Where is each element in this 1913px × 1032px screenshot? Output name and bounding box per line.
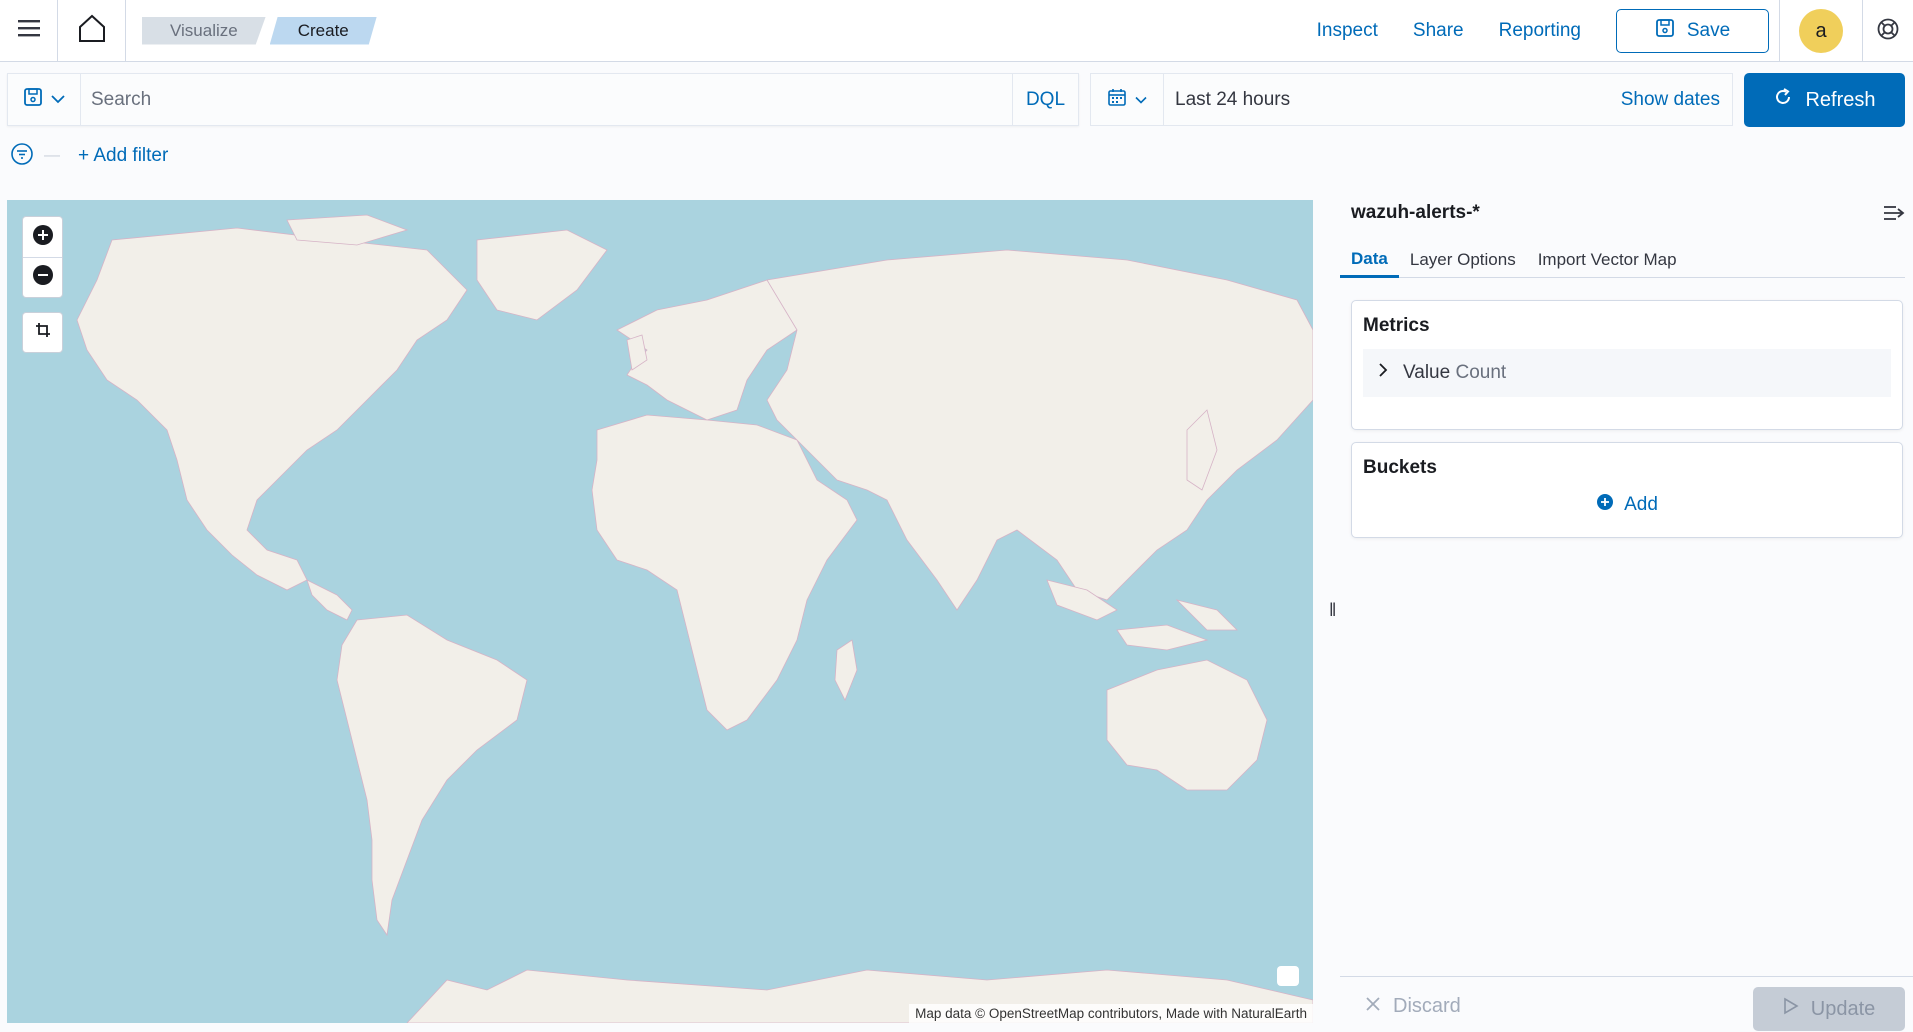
zoom-out-button[interactable] [23, 257, 62, 297]
time-range-text[interactable]: Last 24 hours [1164, 89, 1621, 111]
update-button[interactable]: Update [1753, 987, 1905, 1031]
inspect-link[interactable]: Inspect [1317, 20, 1378, 42]
quick-select-button[interactable] [1091, 74, 1164, 125]
avatar: a [1799, 9, 1843, 53]
add-bucket-label: Add [1624, 494, 1658, 515]
save-button[interactable]: Save [1616, 9, 1769, 53]
close-icon [1365, 995, 1381, 1018]
metric-aggregation: Count [1455, 362, 1507, 383]
query-language-button[interactable]: DQL [1012, 74, 1078, 125]
show-dates-link[interactable]: Show dates [1621, 89, 1720, 111]
saved-query-button[interactable] [8, 74, 81, 125]
buckets-title: Buckets [1363, 457, 1437, 478]
menu-button[interactable] [0, 0, 58, 62]
save-icon [23, 87, 43, 112]
search-input[interactable] [81, 74, 1012, 125]
save-icon [1655, 18, 1675, 44]
home-icon [77, 13, 107, 48]
tab-data[interactable]: Data [1340, 242, 1399, 278]
index-pattern-title: wazuh-alerts-* [1351, 202, 1480, 223]
breadcrumb-create: Create [270, 17, 377, 45]
fit-data-bounds-button[interactable] [22, 312, 63, 353]
refresh-button[interactable]: Refresh [1744, 73, 1905, 127]
map-attribution: Map data © OpenStreetMap contributors, M… [909, 1004, 1313, 1023]
editor-sidebar: wazuh-alerts-* Data Layer Options Import… [1340, 190, 1913, 1032]
update-label: Update [1810, 997, 1876, 1020]
home-button[interactable] [58, 0, 126, 62]
metrics-panel: Metrics Value Count [1351, 300, 1903, 430]
chevron-down-icon [1135, 91, 1147, 109]
sidebar-tabs: Data Layer Options Import Vector Map [1340, 242, 1905, 278]
help-icon [1876, 17, 1900, 46]
calendar-icon [1107, 87, 1127, 112]
refresh-icon [1773, 87, 1793, 113]
refresh-label: Refresh [1805, 88, 1876, 111]
breadcrumb-visualize[interactable]: Visualize [142, 17, 266, 45]
sidebar-footer: Discard Update [1340, 976, 1913, 1032]
discard-button[interactable]: Discard [1365, 995, 1461, 1018]
tab-import-vector-map[interactable]: Import Vector Map [1527, 242, 1688, 278]
add-filter-button[interactable]: + Add filter [78, 145, 168, 167]
metric-value-count[interactable]: Value Count [1363, 349, 1891, 397]
user-menu[interactable]: a [1779, 0, 1863, 62]
panel-resize-handle[interactable]: ‖ [1329, 600, 1336, 621]
visualize-create-page: Visualize Create Inspect Share Reporting… [0, 0, 1913, 1032]
zoom-in-button[interactable] [23, 217, 62, 257]
zoom-controls [22, 216, 63, 298]
chevron-down-icon [51, 91, 65, 109]
collapse-sidebar-icon[interactable] [1883, 204, 1905, 227]
metrics-title: Metrics [1363, 315, 1430, 336]
metric-label: Value Count [1403, 362, 1506, 384]
header-actions: Inspect Share Reporting Save a [1317, 0, 1913, 62]
save-label: Save [1686, 20, 1731, 41]
map-tiles [76, 214, 1313, 1023]
reporting-link[interactable]: Reporting [1499, 20, 1581, 42]
play-icon [1783, 997, 1799, 1021]
filter-divider: — [44, 147, 60, 164]
plus-circle-icon [1596, 493, 1614, 517]
world-map[interactable]: Map data © OpenStreetMap contributors, M… [7, 200, 1313, 1023]
add-bucket-button[interactable]: Add [1352, 493, 1902, 517]
breadcrumb: Visualize Create [142, 17, 377, 45]
filter-bar: — + Add filter [10, 142, 168, 170]
crop-icon [35, 322, 51, 343]
buckets-panel: Buckets Add [1351, 442, 1903, 538]
query-bar: DQL [7, 73, 1079, 126]
chevron-right-icon [1377, 362, 1389, 384]
help-button[interactable] [1863, 0, 1913, 62]
minus-circle-icon [32, 264, 54, 291]
metric-name: Value [1403, 362, 1451, 383]
filter-icon[interactable] [10, 142, 34, 171]
top-header: Visualize Create Inspect Share Reporting… [0, 0, 1913, 62]
tab-layer-options[interactable]: Layer Options [1399, 242, 1527, 278]
legend-toggle[interactable] [1277, 966, 1299, 986]
share-link[interactable]: Share [1413, 20, 1464, 42]
plus-circle-icon [32, 224, 54, 251]
discard-label: Discard [1393, 995, 1461, 1017]
date-picker: Last 24 hours Show dates [1090, 73, 1733, 126]
hamburger-icon [17, 18, 41, 43]
